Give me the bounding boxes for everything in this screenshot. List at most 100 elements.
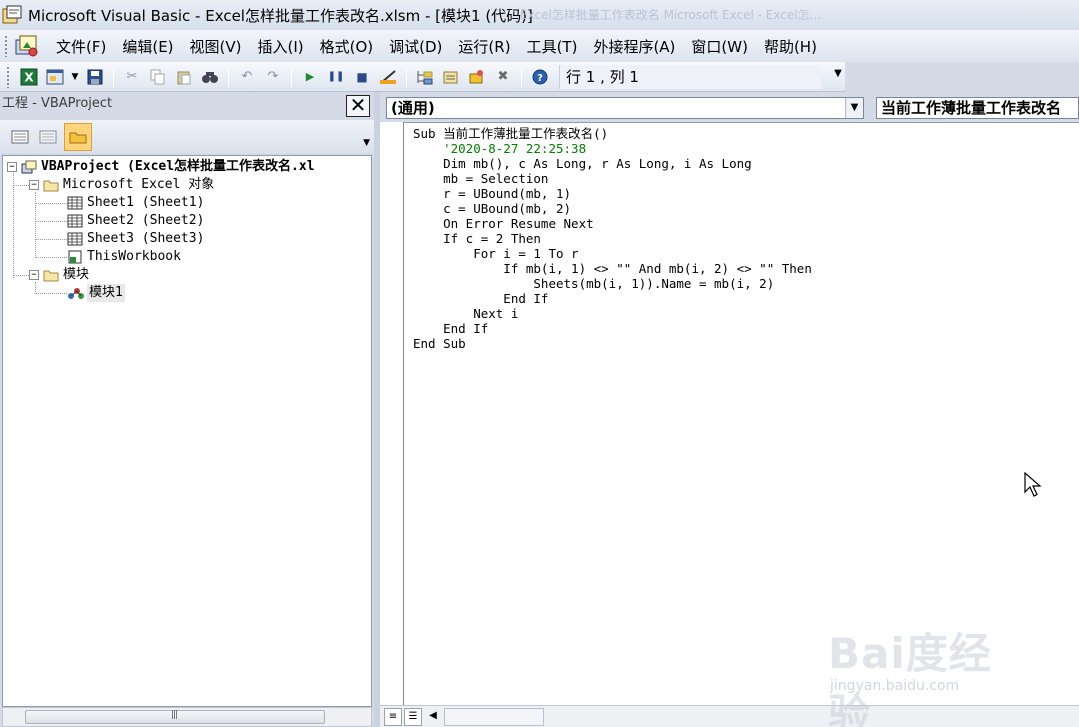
- code-line[interactable]: On Error Resume Next: [413, 216, 812, 231]
- code-line[interactable]: mb = Selection: [413, 171, 812, 186]
- tree-item-sheet1[interactable]: Sheet1 (Sheet1): [67, 194, 204, 212]
- chevron-down-icon[interactable]: ▼: [845, 98, 863, 118]
- vbaproject-icon: [21, 160, 37, 174]
- undo-icon[interactable]: ↶: [236, 66, 258, 88]
- menu-debug[interactable]: 调试(D): [381, 36, 450, 57]
- worksheet-icon: [67, 232, 83, 246]
- menu-edit[interactable]: 编辑(E): [114, 36, 181, 57]
- code-line[interactable]: Next i: [413, 306, 812, 321]
- menu-format[interactable]: 格式(O): [312, 36, 382, 57]
- mouse-cursor-icon: [1024, 472, 1042, 497]
- collapse-icon[interactable]: −: [7, 162, 17, 172]
- toggle-folders-icon[interactable]: [64, 122, 92, 151]
- tree-label-sheet3: Sheet3 (Sheet3): [87, 231, 205, 246]
- run-icon[interactable]: ▶: [299, 66, 321, 88]
- code-line[interactable]: c = UBound(mb, 2): [413, 201, 812, 216]
- object-dropdown-value: (通用): [391, 99, 435, 117]
- code-line[interactable]: If c = 2 Then: [413, 231, 812, 246]
- redo-icon[interactable]: ↷: [262, 66, 284, 88]
- code-line[interactable]: End If: [413, 291, 812, 306]
- worksheet-icon: [67, 214, 83, 228]
- object-browser-icon[interactable]: [466, 66, 488, 88]
- project-horizontal-scrollbar[interactable]: |||: [2, 707, 372, 727]
- code-text[interactable]: Sub 当前工作薄批量工作表改名() '2020-8-27 22:25:38 D…: [413, 126, 812, 351]
- scroll-left-icon[interactable]: ◀: [424, 708, 442, 726]
- menu-grip[interactable]: [4, 35, 8, 57]
- view-object-icon[interactable]: [36, 126, 60, 148]
- code-line[interactable]: If mb(i, 1) <> "" And mb(i, 2) <> "" The…: [413, 261, 812, 276]
- save-icon[interactable]: [84, 66, 106, 88]
- tree-item-sheet2[interactable]: Sheet2 (Sheet2): [67, 212, 204, 230]
- code-line[interactable]: Sub 当前工作薄批量工作表改名(): [413, 126, 812, 141]
- svg-text:?: ?: [537, 73, 543, 84]
- paste-icon[interactable]: [173, 66, 195, 88]
- code-line[interactable]: End If: [413, 321, 812, 336]
- project-explorer-toolbar: ▼: [0, 120, 374, 153]
- code-comment-line[interactable]: '2020-8-27 22:25:38: [413, 141, 812, 156]
- window-title: Microsoft Visual Basic - Excel怎样批量工作表改名.…: [28, 6, 533, 25]
- toolbar-grip[interactable]: [6, 65, 10, 88]
- tree-item-excel-objects[interactable]: − Microsoft Excel 对象: [29, 176, 214, 194]
- toolbar-separator: [291, 66, 292, 87]
- code-margin-indicator-bar[interactable]: [380, 122, 404, 727]
- code-horizontal-scrollbar[interactable]: [444, 708, 544, 726]
- code-line[interactable]: r = UBound(mb, 1): [413, 186, 812, 201]
- tree-item-thisworkbook[interactable]: ThisWorkbook: [67, 248, 181, 266]
- properties-icon[interactable]: [440, 66, 462, 88]
- code-line[interactable]: Sheets(mb(i, 1)).Name = mb(i, 2): [413, 276, 812, 291]
- insert-dropdown-icon[interactable]: ▼: [70, 66, 80, 88]
- tree-label-excel-objects: Microsoft Excel 对象: [63, 177, 215, 192]
- collapse-icon[interactable]: −: [29, 270, 39, 280]
- collapse-icon[interactable]: −: [29, 180, 39, 190]
- toolbar-overflow-icon[interactable]: ▼: [831, 68, 845, 90]
- menu-run[interactable]: 运行(R): [450, 36, 518, 57]
- view-code-icon[interactable]: [8, 126, 32, 148]
- tree-label-sheet1: Sheet1 (Sheet1): [87, 195, 205, 210]
- reset-icon[interactable]: ■: [351, 66, 373, 88]
- tree-label-sheet2: Sheet2 (Sheet2): [87, 213, 205, 228]
- folder-icon: [43, 268, 59, 282]
- cursor-position-status: 行 1 , 列 1: [559, 64, 821, 89]
- menu-file[interactable]: 文件(F): [48, 36, 114, 57]
- find-icon[interactable]: [199, 66, 221, 88]
- userform-icon[interactable]: [44, 66, 66, 88]
- scrollbar-grip-icon: |||: [171, 710, 178, 720]
- menu-tools[interactable]: 工具(T): [519, 36, 586, 57]
- design-mode-icon[interactable]: [377, 66, 399, 88]
- project-explorer-icon[interactable]: [414, 66, 436, 88]
- menu-help[interactable]: 帮助(H): [756, 36, 825, 57]
- procedure-dropdown-value: 当前工作薄批量工作表改名: [881, 99, 1062, 117]
- folder-icon: [43, 178, 59, 192]
- menu-addins[interactable]: 外接程序(A): [585, 36, 683, 57]
- toolbox-icon[interactable]: ✖: [492, 66, 514, 88]
- code-line[interactable]: Dim mb(), c As Long, r As Long, i As Lon…: [413, 156, 812, 171]
- procedure-view-icon[interactable]: ≡: [384, 708, 402, 726]
- tree-item-sheet3[interactable]: Sheet3 (Sheet3): [67, 230, 204, 248]
- project-toolbar-overflow-icon[interactable]: ▼: [363, 138, 370, 148]
- help-icon[interactable]: ?: [529, 66, 551, 88]
- tree-item-vbaproject[interactable]: − VBAProject (Excel怎样批量工作表改名.xl: [7, 158, 315, 176]
- close-icon[interactable]: ✕: [346, 95, 370, 117]
- module-icon: [67, 286, 84, 300]
- code-line[interactable]: End Sub: [413, 336, 812, 351]
- menu-insert[interactable]: 插入(I): [250, 36, 312, 57]
- tree-item-modules[interactable]: − 模块: [29, 266, 89, 284]
- pause-icon[interactable]: ❚❚: [325, 66, 347, 88]
- vba-app-icon[interactable]: [2, 5, 22, 25]
- code-footer-bar: ≡ ☰ ◀: [380, 705, 1079, 727]
- vba-editor-icon[interactable]: [14, 34, 40, 58]
- excel-icon[interactable]: X: [18, 66, 40, 88]
- toolbar-separator: [228, 66, 229, 87]
- procedure-dropdown[interactable]: 当前工作薄批量工作表改名: [876, 97, 1079, 119]
- menu-view[interactable]: 视图(V): [182, 36, 250, 57]
- full-module-view-icon[interactable]: ☰: [404, 708, 422, 726]
- project-explorer-title: 工程 - VBAProject: [0, 92, 374, 118]
- cut-icon[interactable]: ✂: [121, 66, 143, 88]
- menu-window[interactable]: 窗口(W): [683, 36, 756, 57]
- toolbar-separator: [406, 66, 407, 87]
- code-line[interactable]: For i = 1 To r: [413, 246, 812, 261]
- worksheet-icon: [67, 196, 83, 210]
- copy-icon[interactable]: [147, 66, 169, 88]
- object-dropdown[interactable]: (通用) ▼: [386, 97, 864, 119]
- tree-item-module1[interactable]: 模块1: [67, 284, 125, 302]
